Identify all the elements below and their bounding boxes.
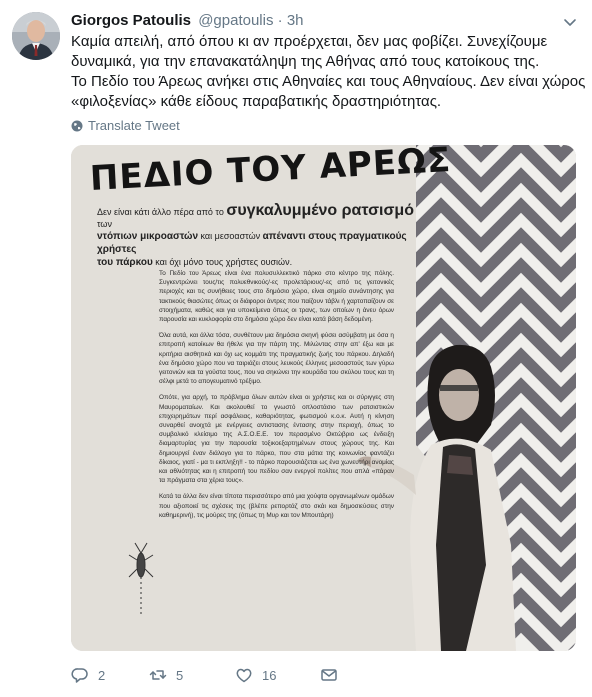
poster-body: Το Πεδίο του Άρεως είναι ένα πολυσυλλεκτ… xyxy=(159,269,394,527)
retweet-count: 5 xyxy=(176,667,184,683)
avatar-image xyxy=(12,12,60,60)
reply-count: 2 xyxy=(98,667,106,683)
poster-sub-mid: του πάρκου xyxy=(97,257,153,268)
tweet-text-line: «φιλοξενίας» κάθε είδους παραβατικής δρα… xyxy=(71,93,442,110)
author-name[interactable]: Giorgos Patoulis xyxy=(71,12,191,29)
translate-tweet-link[interactable]: Translate Tweet xyxy=(71,118,180,133)
poster-sub-small: και μεσοαστών xyxy=(200,231,261,241)
tweet-header: Giorgos Patoulis @gpatoulis · 3h xyxy=(71,11,304,31)
globe-icon xyxy=(71,120,83,131)
reply-button[interactable]: 2 xyxy=(71,664,105,686)
tweet[interactable]: Giorgos Patoulis @gpatoulis · 3h Καμία α… xyxy=(0,0,592,697)
like-count: 16 xyxy=(262,667,277,683)
message-icon xyxy=(321,669,337,681)
poster-paragraph: Κατά τα άλλα δεν είναι τίποτα περισσότερ… xyxy=(159,493,394,519)
poster-paragraph: Όλα αυτά, και άλλα τόσα, συνθέτουν μια δ… xyxy=(159,332,394,386)
direct-message-button[interactable] xyxy=(320,664,338,686)
heart-icon xyxy=(236,668,252,683)
separator: · xyxy=(277,12,283,29)
tweet-text-line: Καμία απειλή, από όπου κι αν προέρχεται,… xyxy=(71,33,548,50)
tweet-text: Καμία απειλή, από όπου κι αν προέρχεται,… xyxy=(71,32,586,112)
tweet-text-line: Το Πεδίο του Άρεως ανήκει στις Αθηναίες … xyxy=(71,73,586,90)
poster-sub-small: των xyxy=(97,219,112,229)
poster-sub-small: και όχι μόνο τους χρήστες ουσιών. xyxy=(155,257,293,267)
poster-subtitle: Δεν είναι κάτι άλλο πέρα από το συγκαλυμ… xyxy=(97,202,427,269)
tweet-photo[interactable]: ΠΕΔΙΟ ΤΟΥ ΑΡΕΩΣ Δεν είναι κάτι άλλο πέρα… xyxy=(71,145,576,651)
poster-sub-small: Δεν είναι κάτι άλλο πέρα από το xyxy=(97,207,224,217)
caret-down-icon[interactable] xyxy=(562,14,578,30)
retweet-button[interactable]: 5 xyxy=(149,664,183,686)
tweet-text-line: δυναμικά, για την επανακατάληψη της Αθήν… xyxy=(71,53,540,70)
like-button[interactable]: 16 xyxy=(235,664,276,686)
timestamp[interactable]: 3h xyxy=(287,12,304,29)
poster-sub-big: συγκαλυμμένο ρατσισμό xyxy=(226,202,414,219)
reply-icon xyxy=(71,668,88,683)
author-handle[interactable]: @gpatoulis xyxy=(198,12,273,29)
poster-paragraph: Το Πεδίο του Άρεως είναι ένα πολυσυλλεκτ… xyxy=(159,270,394,324)
retweet-icon xyxy=(149,670,167,680)
avatar[interactable] xyxy=(12,12,60,60)
poster-sub-mid: ντόπιων μικροαστών xyxy=(97,231,199,242)
poster-paragraph: Οπότε, για αρχή, το πρόβλημα όλων αυτών … xyxy=(159,394,394,485)
translate-label: Translate Tweet xyxy=(88,118,180,133)
